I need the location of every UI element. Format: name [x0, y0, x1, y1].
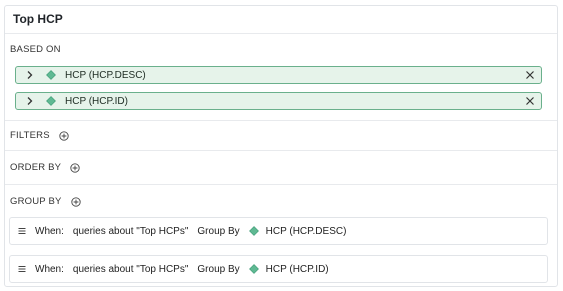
filters-section: FILTERS	[5, 121, 557, 151]
add-order-icon[interactable]	[70, 162, 80, 173]
based-on-chip[interactable]: HCP (HCP.ID)	[15, 92, 542, 110]
rule-query: queries about "Top HCPs"	[72, 263, 189, 275]
rule-field: HCP (HCP.DESC)	[265, 225, 347, 237]
group-by-label-text: GROUP BY	[10, 196, 62, 207]
entity-panel: Top HCP BASED ON HCP (HCP.DESC) HCP (HCP…	[4, 5, 558, 287]
rule-group-by-label: Group By	[197, 225, 240, 237]
chip-label: HCP (HCP.ID)	[65, 95, 128, 107]
order-by-label: ORDER BY	[10, 162, 80, 173]
group-by-rule[interactable]: When: queries about "Top HCPs" Group By …	[9, 217, 548, 245]
group-by-section: GROUP BY When: queries about "Top HCPs" …	[5, 185, 557, 291]
diamond-icon	[248, 264, 259, 274]
chip-label: HCP (HCP.DESC)	[65, 69, 146, 81]
filters-label-text: FILTERS	[10, 130, 50, 141]
diamond-icon	[248, 226, 259, 236]
rule-when-label: When:	[35, 263, 64, 275]
rule-field: HCP (HCP.ID)	[265, 263, 329, 275]
rule-when-label: When:	[35, 225, 64, 237]
order-by-section: ORDER BY	[5, 151, 557, 185]
close-icon[interactable]	[525, 70, 535, 80]
group-by-label: GROUP BY	[10, 196, 81, 207]
add-group-icon[interactable]	[70, 196, 81, 207]
based-on-chip[interactable]: HCP (HCP.DESC)	[15, 66, 542, 84]
drag-handle-icon[interactable]	[18, 226, 26, 236]
rule-query: queries about "Top HCPs"	[72, 225, 189, 237]
chevron-right-icon[interactable]	[25, 96, 35, 106]
diamond-icon	[46, 70, 56, 80]
add-filter-icon[interactable]	[59, 130, 69, 141]
panel-title: Top HCP	[5, 6, 557, 34]
order-by-label-text: ORDER BY	[10, 162, 62, 173]
group-by-rule[interactable]: When: queries about "Top HCPs" Group By …	[9, 255, 548, 283]
filters-label: FILTERS	[10, 130, 69, 141]
chevron-right-icon[interactable]	[25, 70, 35, 80]
drag-handle-icon[interactable]	[18, 264, 26, 274]
diamond-icon	[46, 96, 56, 106]
based-on-label: BASED ON	[10, 44, 61, 55]
close-icon[interactable]	[525, 96, 535, 106]
rule-group-by-label: Group By	[197, 263, 240, 275]
based-on-section: BASED ON HCP (HCP.DESC) HCP (HCP.ID)	[5, 34, 557, 121]
